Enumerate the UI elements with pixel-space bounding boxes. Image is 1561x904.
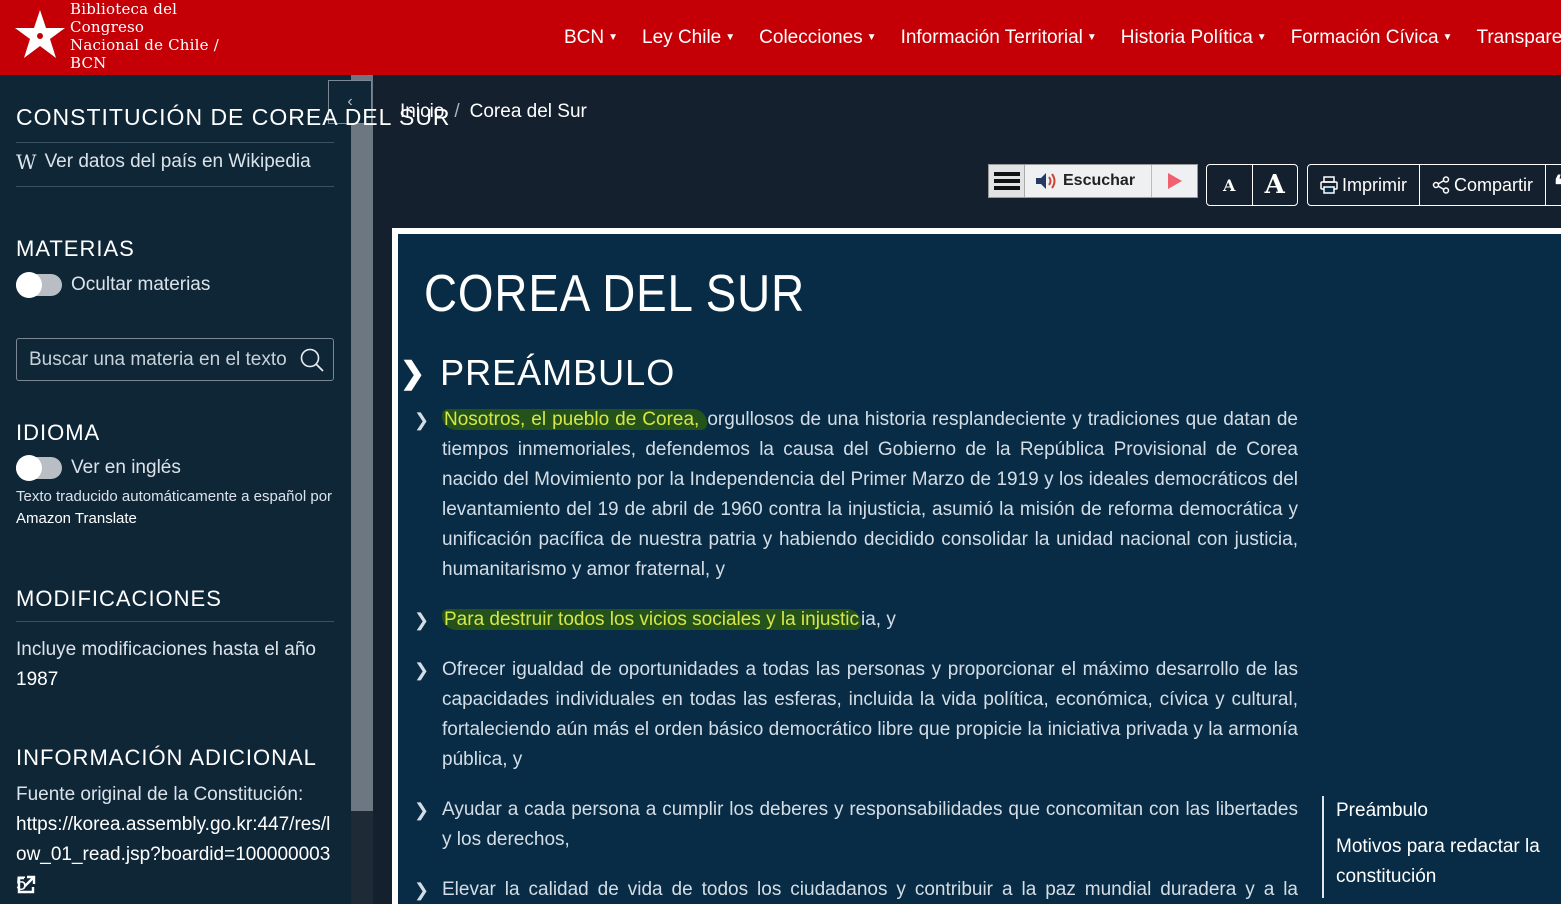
breadcrumb-home[interactable]: Inicio [400,101,444,123]
caret-down-icon: ▼ [725,32,736,43]
share-button[interactable]: Compartir [1419,165,1545,205]
wikipedia-link[interactable]: W Ver datos del país en Wikipedia [16,150,311,174]
chevron-right-icon: ❯ [414,610,430,630]
scrollbar-thumb[interactable] [351,75,373,811]
materias-heading: Materias [16,236,135,261]
section-title: PREÁMBULO [440,352,676,393]
chevron-right-icon: ❯ [414,660,430,680]
listen-label: Escuchar [1063,172,1136,189]
print-label: Imprimir [1342,174,1407,195]
toc-item-motivos[interactable]: Motivos para redactar la constitución [1336,832,1561,892]
font-increase-button[interactable]: A [1251,165,1298,205]
wikipedia-icon: W [16,150,37,174]
modificaciones-heading: Modificaciones [16,586,222,611]
highlighted-text: Para destruir todos los vicios sociales … [442,609,862,630]
caret-down-icon: ▼ [866,32,877,43]
materia-search-input[interactable] [29,348,299,371]
hide-materias-label: Ocultar materias [71,274,211,295]
star-logo-icon [15,10,65,58]
english-toggle[interactable]: Ver en inglés [16,455,181,481]
divider [16,186,334,187]
chevron-right-icon: ❯ [414,880,430,900]
search-icon[interactable] [299,347,325,378]
paragraph[interactable]: ❯ Ofrecer igualdad de oportunidades a to… [414,655,1298,775]
paragraph[interactable]: ❯ Elevar la calidad de vida de todos los… [414,875,1298,904]
caret-down-icon: ▼ [1086,32,1097,43]
toc-item-preambulo[interactable]: Preámbulo [1336,796,1561,826]
toggle-switch[interactable] [16,272,62,298]
cite-button[interactable]: ❝ [1545,165,1561,205]
hide-materias-toggle[interactable]: Ocultar materias [16,272,211,298]
nav-ley-chile[interactable]: Ley Chile ▼ [642,27,735,49]
nav-bcn[interactable]: BCN ▼ [564,27,618,49]
caret-down-icon: ▼ [608,32,619,43]
caret-down-icon: ▼ [1256,32,1267,43]
nav-formacion-civica[interactable]: Formación Cívica ▼ [1291,27,1453,49]
main-nav: BCN ▼ Ley Chile ▼ Colecciones ▼ Información… [552,0,1561,75]
share-label: Compartir [1454,174,1534,195]
play-button[interactable] [1151,165,1197,197]
modificaciones-year: 1987 [16,669,59,690]
sidebar-scrollbar[interactable] [351,75,373,904]
share-icon [1432,176,1450,194]
paragraph[interactable]: ❯ Ayudar a cada persona a cumplir los de… [414,795,1298,855]
action-buttons: Imprimir Compartir ❝ [1307,164,1561,206]
translation-source: Amazon Translate [16,510,137,527]
sidebar-title: Constitución de Corea del Sur [16,104,451,130]
english-toggle-label: Ver en inglés [71,457,181,478]
brand-line-1: Biblioteca del Congreso [70,0,178,36]
menu-icon [993,172,1020,190]
info-heading: Información adicional [16,745,317,770]
player-menu-button[interactable] [989,165,1025,197]
section-preambulo[interactable]: ❯ PREÁMBULO [400,352,675,394]
translation-note: Texto traducido automáticamente a españo… [16,488,333,527]
table-of-contents: Preámbulo Motivos para redactar la const… [1322,796,1561,898]
brand-line-2: Nacional de Chile / BCN [70,36,219,72]
paragraph[interactable]: ❯ Nosotros, el pueblo de Corea, orgullos… [414,405,1298,585]
listen-player: Escuchar [988,164,1198,198]
listen-button[interactable]: Escuchar [1035,172,1151,190]
chevron-right-icon: ❯ [414,410,430,430]
caret-down-icon: ▼ [1442,32,1453,43]
source-url-link[interactable]: https://korea.assembly.go.kr:447/res/low… [16,810,334,900]
breadcrumb-separator: / [454,101,460,122]
font-decrease-button[interactable]: A [1207,165,1252,205]
wikipedia-link-label: Ver datos del país en Wikipedia [44,151,311,172]
bcn-logo[interactable]: Biblioteca del Congreso Nacional de Chil… [12,0,252,72]
source-label: Fuente original de la Constitución: [16,784,304,805]
country-title: COREA DEL SUR [424,265,806,323]
printer-icon [1320,176,1338,194]
materia-search [16,338,334,381]
top-navigation-bar: Biblioteca del Congreso Nacional de Chil… [0,0,1561,75]
breadcrumb-current: Corea del Sur [469,101,587,122]
nav-informacion-territorial[interactable]: Información Territorial ▼ [901,27,1097,49]
modificaciones-text: Incluye modificaciones hasta el año 1987 [16,635,334,695]
nav-colecciones[interactable]: Colecciones ▼ [759,27,876,49]
toggle-switch[interactable] [16,455,62,481]
chevron-right-icon: ❯ [400,356,427,390]
print-button[interactable]: Imprimir [1308,165,1419,205]
paragraph[interactable]: ❯ Para destruir todos los vicios sociale… [414,605,1298,635]
divider [16,142,334,143]
highlighted-text: Nosotros, el pueblo de Corea, [442,409,708,430]
speaker-icon [1036,173,1056,189]
quote-icon: ❝ [1554,170,1561,201]
idioma-heading: Idioma [16,420,101,445]
font-size-controls: A A [1206,164,1298,206]
breadcrumb: Inicio / Corea del Sur [400,101,587,123]
play-icon [1167,173,1182,189]
external-link-icon[interactable] [16,875,36,900]
nav-historia-politica[interactable]: Historia Política ▼ [1121,27,1267,49]
chevron-right-icon: ❯ [414,800,430,820]
nav-transparencia[interactable]: Transparencia [1476,27,1561,49]
divider [16,621,334,622]
